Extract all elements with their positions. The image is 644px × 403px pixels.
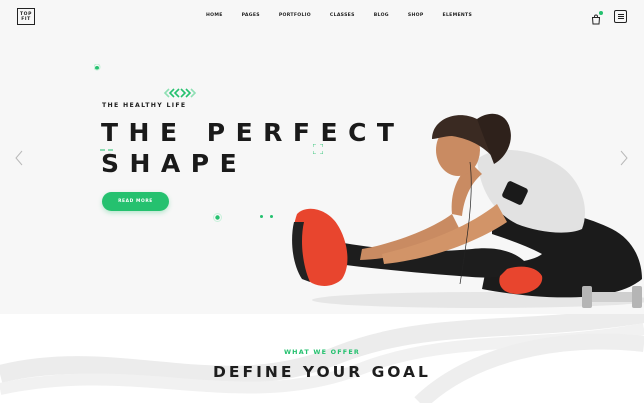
decor-dot (260, 215, 263, 218)
offer-section: WHAT WE OFFER DEFINE YOUR GOAL (0, 314, 644, 403)
decor-dot (270, 215, 273, 218)
main-nav: HOME PAGES PORTFOLIO CLASSES BLOG SHOP E… (206, 13, 491, 18)
site-header: TOP FIT HOME PAGES PORTFOLIO CLASSES BLO… (0, 0, 644, 34)
shopping-bag-icon[interactable] (591, 11, 603, 25)
nav-shop[interactable]: SHOP (408, 13, 424, 18)
cart-badge (599, 11, 603, 15)
nav-home[interactable]: HOME (206, 13, 223, 18)
page: TOP FIT HOME PAGES PORTFOLIO CLASSES BLO… (0, 0, 644, 403)
nav-classes[interactable]: CLASSES (330, 13, 355, 18)
logo[interactable]: TOP FIT (17, 8, 35, 25)
offer-title: DEFINE YOUR GOAL (213, 363, 431, 381)
decor-ring-dot (213, 213, 222, 222)
chevron-left-icon[interactable] (14, 150, 24, 166)
hamburger-menu-icon[interactable] (614, 10, 627, 23)
nav-blog[interactable]: BLOG (374, 13, 389, 18)
read-more-button[interactable]: READ MORE (102, 192, 169, 211)
hero-subtitle: THE HEALTHY LIFE (102, 102, 187, 109)
nav-portfolio[interactable]: PORTFOLIO (279, 13, 311, 18)
nav-elements[interactable]: ELEMENTS (443, 13, 473, 18)
decor-ring (94, 64, 101, 71)
logo-line-2: FIT (21, 16, 31, 22)
athlete-image (292, 113, 644, 308)
offer-kicker: WHAT WE OFFER (283, 348, 361, 356)
wave-lines-decor (0, 314, 644, 403)
hero-slider: THE HEALTHY LIFE THE PERFECT SHAPE READ … (0, 34, 644, 314)
chevrons-decor-icon (163, 88, 197, 98)
nav-pages[interactable]: PAGES (242, 13, 260, 18)
